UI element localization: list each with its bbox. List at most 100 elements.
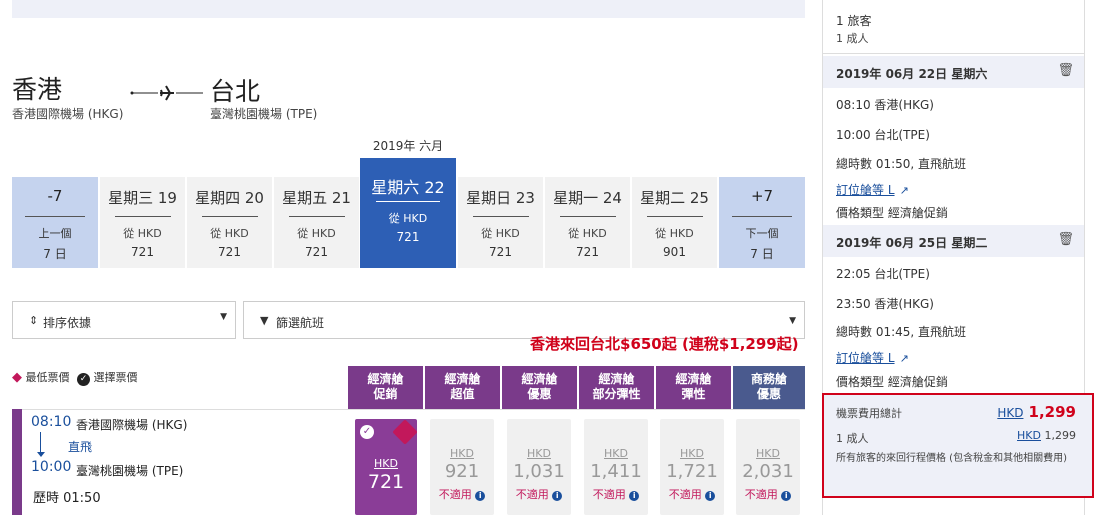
fare-header-eco-semiflex: 經濟艙 部分彈性	[579, 366, 654, 409]
date-label: 星期五 21	[282, 189, 351, 207]
fare-header-line2: 超值	[450, 387, 475, 401]
fare-header-line1: 經濟艙	[444, 372, 481, 386]
check-circle-icon: ✓	[360, 425, 374, 439]
fare-amount: 921	[444, 461, 480, 482]
filter-label: 篩選航班	[276, 316, 325, 330]
external-link-icon: ↗	[899, 184, 909, 197]
date-from: 從 HKD	[123, 227, 162, 240]
date-cell-25[interactable]: 星期二 25 從 HKD 901	[632, 177, 717, 268]
flight-duration: 歷時 01:50	[33, 491, 101, 506]
origin-airport: 香港國際機場 (HKG)	[12, 107, 124, 121]
legend-lowest: 最低票價	[25, 371, 70, 384]
date-from: 從 HKD	[210, 227, 249, 240]
booking-class-label: 訂位艙等 L	[836, 183, 895, 197]
arrow-down-icon	[37, 452, 45, 459]
arrival-airport[interactable]: 臺灣桃園機場 (TPE)	[76, 462, 183, 479]
prev-week-button[interactable]: -7 上一個 7 日	[12, 177, 98, 268]
date-cell-21[interactable]: 星期五 21 從 HKD 721	[274, 177, 359, 268]
fare-header-eco-value: 經濟艙 超值	[425, 366, 500, 409]
date-cell-22-selected[interactable]: 星期六 22 從 HKD 721	[360, 158, 456, 268]
fare-amount: 1,721	[666, 461, 718, 482]
fare-header-line2: 優惠	[756, 387, 781, 401]
month-label: 2019年 六月	[372, 139, 444, 153]
date-label: 星期二 25	[640, 189, 709, 207]
route-line	[40, 432, 41, 454]
date-from: 從 HKD	[297, 227, 336, 240]
outbound-booking-class-link[interactable]: 訂位艙等 L ↗	[836, 179, 909, 198]
plane-icon	[130, 85, 203, 101]
total-label: 機票費用總計	[836, 407, 902, 420]
fare-unavailable: 不適用 i	[736, 486, 800, 502]
fare-header-line1: 經濟艙	[367, 372, 404, 386]
top-banner	[12, 0, 805, 18]
total-price: HKD 1,299	[997, 402, 1076, 421]
date-price: 721	[576, 245, 599, 259]
fare-option[interactable]: HKD 1,031 不適用 i	[507, 419, 571, 515]
fare-header-line2: 部分彈性	[592, 387, 641, 401]
sort-dropdown[interactable]: ⇕ 排序依據 ▼	[12, 301, 236, 339]
date-from: 從 HKD	[568, 227, 607, 240]
legend-selected: 選擇票價	[93, 371, 138, 384]
next-week-line1: 下一個	[745, 227, 779, 240]
fare-header-line1: 經濟艙	[675, 372, 712, 386]
info-icon[interactable]: i	[552, 491, 563, 501]
fare-currency: HKD	[756, 447, 780, 460]
date-from: 從 HKD	[481, 227, 520, 240]
info-icon[interactable]: i	[629, 491, 640, 501]
direct-flight-label: 直飛	[68, 440, 93, 454]
next-week-line2: 7 日	[750, 247, 774, 261]
fare-unavailable: 不適用 i	[430, 486, 494, 502]
date-from: 從 HKD	[388, 212, 428, 225]
adult-amount: 1,299	[1044, 429, 1077, 442]
fare-option[interactable]: HKD 921 不適用 i	[430, 419, 494, 515]
trash-icon[interactable]: 🗑	[1057, 232, 1074, 247]
flight-row-accent	[12, 409, 22, 515]
inbound-arrival: 23:50 香港(HKG)	[836, 297, 934, 311]
date-cell-24[interactable]: 星期一 24 從 HKD 721	[545, 177, 630, 268]
total-amount: 1,299	[1028, 403, 1076, 421]
date-cell-20[interactable]: 星期四 20 從 HKD 721	[187, 177, 272, 268]
outbound-date-header: 2019年 06月 22日 星期六 🗑	[823, 56, 1084, 88]
fare-unavailable: 不適用 i	[584, 486, 648, 502]
promo-banner[interactable]: 香港來回台北$650起 (連稅$1,299起)	[530, 333, 799, 354]
fare-amount: 721	[367, 471, 405, 493]
departure-airport[interactable]: 香港國際機場 (HKG)	[76, 416, 187, 433]
outbound-info: 總時數 01:50, 直飛航班	[836, 157, 967, 171]
fare-option[interactable]: HKD 2,031 不適用 i	[736, 419, 800, 515]
sort-icon: ⇕	[29, 314, 39, 327]
fare-option[interactable]: HKD 1,721 不適用 i	[660, 419, 724, 515]
fare-amount: 2,031	[742, 461, 794, 482]
date-strip: -7 上一個 7 日 星期三 19 從 HKD 721 星期四 20 從 HKD…	[12, 158, 805, 268]
date-label: 星期三 19	[108, 189, 177, 207]
fare-option[interactable]: HKD 1,411 不適用 i	[584, 419, 648, 515]
fare-unavailable: 不適用 i	[507, 486, 571, 502]
tag-icon: ◆	[12, 370, 22, 385]
fare-header-line2: 促銷	[373, 387, 398, 401]
inbound-date: 2019年 06月 25日 星期二	[836, 236, 988, 250]
outbound-arrival: 10:00 台北(TPE)	[836, 128, 930, 142]
row-divider	[22, 409, 805, 410]
info-icon[interactable]: i	[781, 491, 792, 501]
adult-price: HKD 1,299	[1017, 429, 1076, 442]
departure-time: 08:10	[31, 414, 72, 430]
fare-header-biz-saver: 商務艙 優惠	[733, 366, 805, 409]
info-icon[interactable]: i	[705, 491, 716, 501]
fare-currency: HKD	[604, 447, 628, 460]
inbound-date-header: 2019年 06月 25日 星期二 🗑	[823, 225, 1084, 257]
booking-class-label: 訂位艙等 L	[836, 351, 895, 365]
info-icon[interactable]: i	[475, 491, 486, 501]
next-week-button[interactable]: +7 下一個 7 日	[719, 177, 805, 268]
fare-unavailable: 不適用 i	[660, 486, 724, 502]
fare-legend: ◆ 最低票價 ✓ 選擇票價	[12, 369, 138, 386]
chevron-down-icon: ▼	[220, 312, 227, 322]
dest-city: 台北	[210, 77, 261, 106]
trash-icon[interactable]: 🗑	[1057, 63, 1074, 78]
date-cell-19[interactable]: 星期三 19 從 HKD 721	[100, 177, 185, 268]
date-cell-23[interactable]: 星期日 23 從 HKD 721	[458, 177, 543, 268]
date-price: 721	[489, 245, 512, 259]
fare-header-eco-saver: 經濟艙 優惠	[502, 366, 577, 409]
chevron-down-icon: ▼	[789, 316, 796, 326]
inbound-booking-class-link[interactable]: 訂位艙等 L ↗	[836, 347, 909, 366]
total-currency: HKD	[997, 406, 1024, 420]
date-price: 721	[396, 230, 420, 244]
